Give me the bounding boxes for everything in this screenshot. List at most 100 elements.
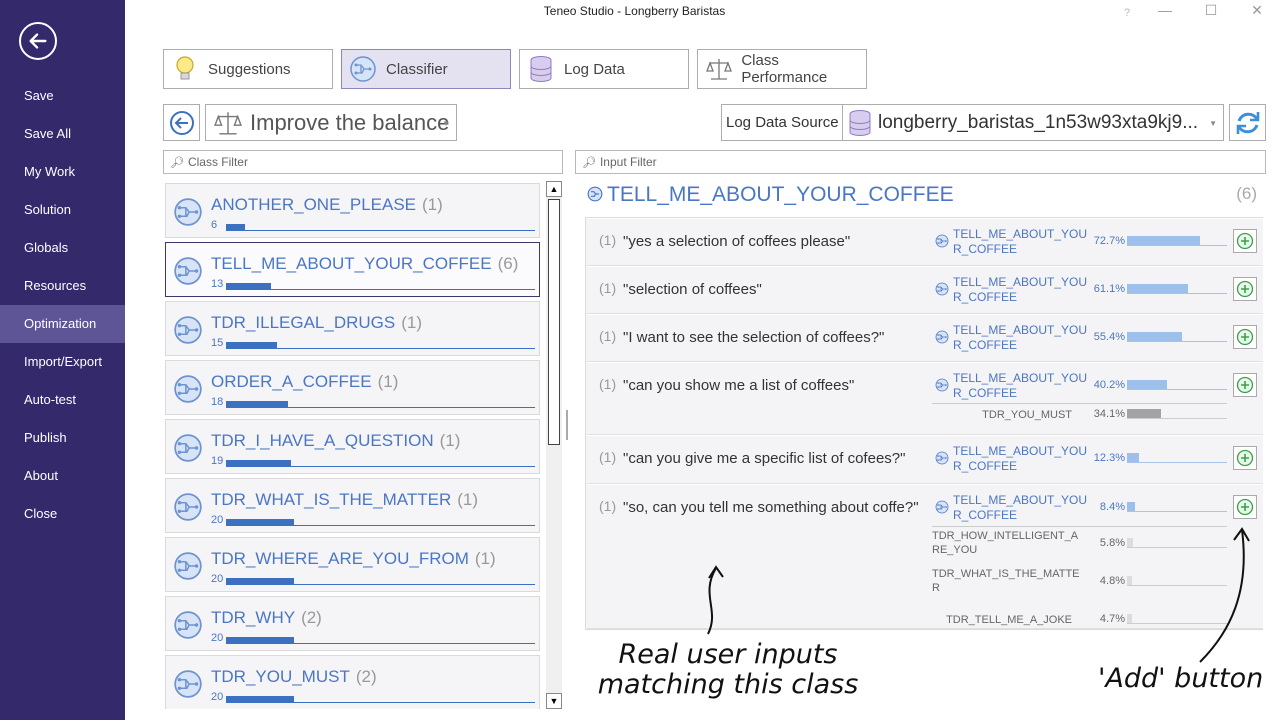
class-list-item[interactable]: TDR_ILLEGAL_DRUGS (1) 15 [165, 301, 540, 356]
confidence-bar [1127, 236, 1227, 246]
class-list-item[interactable]: TDR_WHERE_ARE_YOU_FROM (1) 20 [165, 537, 540, 592]
match-confidence: 61.1% [1093, 283, 1125, 295]
tab-classifier[interactable]: Classifier [341, 49, 511, 89]
back-button[interactable] [163, 104, 200, 141]
classifier-icon [173, 610, 203, 640]
class-list-item[interactable]: ORDER_A_COFFEE (1) 18 [165, 360, 540, 415]
class-list-scrollbar[interactable]: ▲ ▼ [546, 181, 562, 709]
example-input-row: (1) "selection of coffees" TELL_ME_ABOUT_Y… [587, 266, 1263, 314]
class-filter-input[interactable]: 🔎︎ Class Filter [163, 150, 563, 174]
class-score-bar [226, 401, 535, 408]
scroll-thumb[interactable] [548, 199, 560, 445]
other-class-name: TDR_WHAT_IS_THE_MATTE R [932, 568, 1080, 594]
tab-log-data-label: Log Data [564, 60, 625, 78]
balance-dropdown[interactable]: Improve the balance ▼ [205, 104, 457, 141]
maximize-button[interactable]: ☐ [1201, 2, 1221, 19]
class-list-item[interactable]: TDR_YOU_MUST (2) 20 [165, 655, 540, 709]
input-count: (1) [599, 328, 617, 344]
minimize-button[interactable]: — [1155, 2, 1175, 18]
input-text: "can you show me a list of coffees" [623, 377, 855, 394]
add-button[interactable] [1233, 325, 1257, 349]
confidence-bar [1127, 284, 1227, 294]
class-list-item[interactable]: TELL_ME_ABOUT_YOUR_COFFEE (6) 13 [165, 242, 540, 297]
input-count: (1) [599, 280, 617, 296]
panel-splitter[interactable] [566, 410, 568, 440]
class-list-item[interactable]: ANOTHER_ONE_PLEASE (1) 6 [165, 183, 540, 238]
class-score-bar-fill [226, 578, 294, 585]
class-name: TELL_ME_ABOUT_YOUR_COFFEE (6) [211, 254, 519, 273]
annotation-user-inputs: Real user inputs matching this class [597, 639, 859, 700]
other-class-confidence: 4.8% [1099, 575, 1125, 587]
class-score-bar-fill [226, 460, 291, 467]
other-class-confidence: 4.7% [1099, 613, 1125, 625]
help-icon[interactable]: ? [1117, 7, 1137, 19]
scales-icon [214, 111, 242, 134]
sidebar-item-auto-test[interactable]: Auto-test [0, 381, 125, 419]
classifier-icon [173, 315, 203, 345]
sidebar-item-about[interactable]: About [0, 457, 125, 495]
sidebar-item-globals[interactable]: Globals [0, 229, 125, 267]
class-list-item[interactable]: TDR_I_HAVE_A_QUESTION (1) 19 [165, 419, 540, 474]
classifier-icon [173, 433, 203, 463]
class-score: 20 [211, 573, 224, 585]
tab-suggestions[interactable]: Suggestions [163, 49, 333, 89]
close-button[interactable]: ✕ [1247, 2, 1267, 19]
class-example-count: (1) [377, 372, 399, 391]
match-confidence: 8.4% [1099, 501, 1125, 513]
class-score: 13 [211, 278, 224, 290]
plus-icon [1236, 232, 1254, 250]
tab-class-performance[interactable]: Class Performance [697, 49, 867, 89]
class-example-count: (1) [422, 195, 443, 214]
class-score-bar-fill [226, 519, 294, 526]
example-inputs-list: (1) "yes a selection of coffees please" TE… [585, 217, 1263, 630]
sidebar-item-resources[interactable]: Resources [0, 267, 125, 305]
add-button[interactable] [1233, 446, 1257, 470]
class-score: 19 [211, 455, 224, 467]
confidence-bar [1127, 502, 1227, 512]
class-name: TDR_I_HAVE_A_QUESTION (1) [211, 431, 461, 450]
confidence-bar-fill [1127, 236, 1200, 245]
chevron-down-icon: ▼ [1209, 119, 1217, 128]
confidence-bar-fill [1127, 453, 1140, 462]
confidence-bar-fill [1127, 332, 1183, 341]
classifier-icon [173, 669, 203, 699]
classifier-icon [935, 234, 949, 248]
class-score-bar [226, 637, 535, 644]
refresh-button[interactable] [1229, 104, 1266, 141]
input-filter-input[interactable]: 🔎︎ Input Filter [575, 150, 1266, 174]
add-button[interactable] [1233, 495, 1257, 519]
annotation-arrow-icon [1199, 527, 1250, 663]
sidebar-item-optimization[interactable]: Optimization [0, 305, 125, 343]
log-data-source-dropdown[interactable]: longberry_baristas_1n53w93xta9kj9... ▼ [842, 104, 1224, 141]
class-example-count: (1) [401, 313, 423, 332]
add-button[interactable] [1233, 277, 1257, 301]
scroll-down-arrow-icon[interactable]: ▼ [546, 693, 562, 709]
database-icon [526, 54, 556, 84]
scroll-up-arrow-icon[interactable]: ▲ [546, 181, 562, 197]
sidebar-item-my-work[interactable]: My Work [0, 153, 125, 191]
sidebar-item-publish[interactable]: Publish [0, 419, 125, 457]
class-list-item[interactable]: TDR_WHY (2) 20 [165, 596, 540, 651]
class-score-bar-fill [226, 224, 245, 231]
tab-class-performance-label: Class Performance [741, 52, 828, 86]
sidebar-item-save-all[interactable]: Save All [0, 115, 125, 153]
example-input-row: (1) "can you give me a specific list of c… [587, 435, 1263, 484]
back-arrow-icon[interactable] [19, 22, 57, 60]
app-window: Save Save All My Work Solution Globals R… [0, 0, 1280, 720]
matched-class-name: TELL_ME_ABOUT_YOU R_COFFEE [953, 275, 1088, 304]
plus-icon [1236, 498, 1254, 516]
sidebar-item-solution[interactable]: Solution [0, 191, 125, 229]
add-button[interactable] [1233, 373, 1257, 397]
sidebar-item-close[interactable]: Close [0, 495, 125, 533]
scales-icon [704, 54, 733, 84]
classifier-icon [173, 551, 203, 581]
back-circle-icon [169, 110, 194, 135]
class-score-bar-fill [226, 696, 294, 703]
input-count: (1) [599, 232, 617, 248]
sidebar-item-import-export[interactable]: Import/Export [0, 343, 125, 381]
tab-log-data[interactable]: Log Data [519, 49, 689, 89]
classifier-icon [935, 451, 949, 465]
sidebar-item-save[interactable]: Save [0, 77, 125, 115]
add-button[interactable] [1233, 229, 1257, 253]
class-list-item[interactable]: TDR_WHAT_IS_THE_MATTER (1) 20 [165, 478, 540, 533]
